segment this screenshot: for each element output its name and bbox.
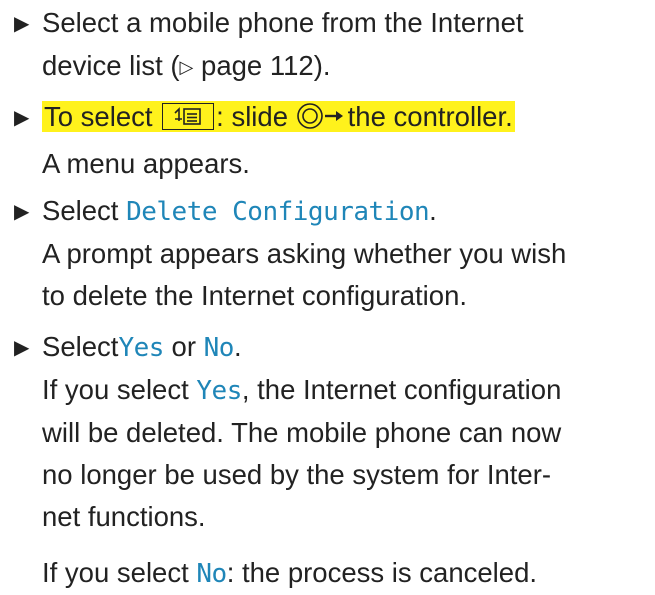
step-4-or: or xyxy=(163,331,204,362)
step-open-menu: ▶ To select : slide the controller. A me… xyxy=(14,96,644,185)
no-result-rest: : the process is canceled. xyxy=(226,557,538,588)
option-no-ref: No xyxy=(196,559,227,589)
no-result-line: If you select No: the process is cancele… xyxy=(14,552,644,595)
manual-page: ▶ Select a mobile phone from the Internet… xyxy=(0,0,655,589)
step-select-phone: ▶ Select a mobile phone from the Internet… xyxy=(14,2,644,88)
option-yes: Yes xyxy=(118,333,164,363)
step-bullet-icon: ▶ xyxy=(14,337,30,359)
step-bullet-icon: ▶ xyxy=(14,107,30,129)
step-delete-configuration: ▶ Select Delete Configuration. A prompt a… xyxy=(14,190,644,317)
highlighted-instruction: To select : slide the controller. xyxy=(42,101,515,132)
step-1-line-1: ▶ Select a mobile phone from the Internet xyxy=(14,2,644,45)
step-2-suffix: the controller. xyxy=(347,101,513,132)
step-1-text-cont: device list ( xyxy=(42,50,180,81)
step-confirm-delete: ▶ SelectYes or No. If you select Yes, the… xyxy=(14,326,644,595)
step-1-close: ). xyxy=(313,50,331,81)
step-3-line-1: ▶ Select Delete Configuration. xyxy=(14,190,644,233)
step-bullet-icon: ▶ xyxy=(14,13,30,35)
step-4-suffix: . xyxy=(233,331,242,362)
yes-result-line-1: If you select Yes, the Internet configur… xyxy=(14,369,644,412)
step-1-text: Select a mobile phone from the Internet xyxy=(42,7,524,38)
step-3-prefix: Select xyxy=(42,195,127,226)
page-reference-icon: ▷ xyxy=(179,57,194,77)
step-2-result: A menu appears. xyxy=(42,148,250,179)
controller-slide-right-icon xyxy=(296,101,348,143)
step-4-prefix: Select xyxy=(42,331,119,362)
option-yes-ref: Yes xyxy=(196,376,242,406)
step-3-suffix: . xyxy=(429,195,437,226)
page-reference: page 112 xyxy=(201,50,314,81)
step-4-line-1: ▶ SelectYes or No. xyxy=(14,326,644,369)
option-no: No xyxy=(203,333,235,363)
step-2-prefix: To select xyxy=(44,101,153,132)
step-2-line-1: ▶ To select : slide the controller. xyxy=(14,96,644,143)
yes-result-rest: , the Internet configuration xyxy=(241,374,562,405)
yes-result-line-2: will be deleted. The mobile phone can no… xyxy=(42,417,562,448)
step-3-result-line-2: to delete the Internet configuration. xyxy=(42,280,468,311)
yes-result-line-4: net functions. xyxy=(42,501,206,532)
no-result-prefix: If you select xyxy=(42,557,197,588)
yes-result-line-3: no longer be used by the system for Inte… xyxy=(42,459,552,490)
step-3-result-line-1: A prompt appears asking whether you wish xyxy=(42,238,567,269)
step-1-line-2: device list (▷ page 112). xyxy=(14,45,644,88)
step-2-middle: : slide xyxy=(216,101,289,132)
menu-list-icon xyxy=(162,103,215,130)
menu-item-delete-configuration: Delete Configuration xyxy=(126,197,430,227)
step-bullet-icon: ▶ xyxy=(14,201,30,223)
yes-result-prefix: If you select xyxy=(42,374,197,405)
